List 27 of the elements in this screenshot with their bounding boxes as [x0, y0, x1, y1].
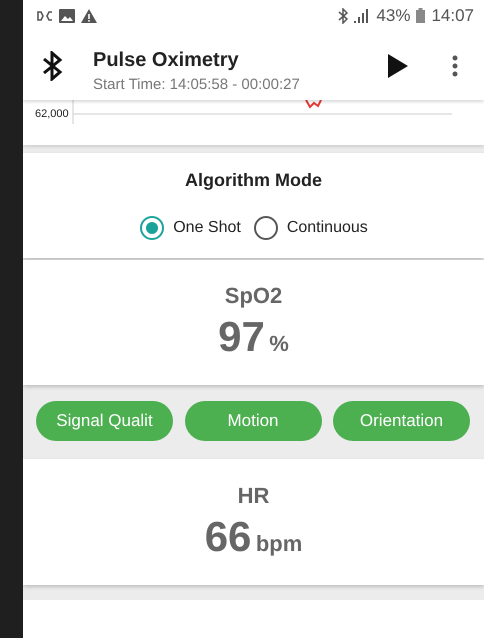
- image-icon: [59, 8, 75, 23]
- app-title: Pulse Oximetry: [93, 48, 240, 72]
- metric-title: SpO2: [224, 283, 282, 310]
- metric-unit: bpm: [256, 531, 302, 556]
- radio-option[interactable]: Continuous: [252, 214, 368, 241]
- radio-option[interactable]: One Shot: [139, 214, 241, 241]
- warning-icon: [81, 8, 97, 23]
- metric-value: 97: [218, 313, 265, 360]
- radio-icon[interactable]: [252, 214, 279, 241]
- start-time: Start Time: 14:05:58 - 00:00:27: [93, 76, 301, 93]
- radio-icon[interactable]: [139, 214, 166, 241]
- play-icon[interactable]: [388, 54, 408, 78]
- pill-button[interactable]: Orientation: [333, 401, 470, 442]
- metric-unit: %: [269, 331, 289, 356]
- battery-percent: 43%: [376, 6, 410, 26]
- bluetooth-icon: [338, 8, 348, 24]
- clock: 14:07: [431, 6, 474, 26]
- metric-value: 66: [204, 513, 252, 560]
- metric-title: HR: [238, 483, 270, 510]
- signal-icon: [354, 8, 370, 23]
- bluetooth-icon[interactable]: [41, 50, 63, 81]
- battery-icon: [416, 8, 426, 24]
- more-icon[interactable]: [452, 54, 458, 77]
- pill-button[interactable]: Signal Qualit: [36, 401, 173, 442]
- section-title: Algorithm Mode: [185, 170, 322, 191]
- pill-button[interactable]: Motion: [184, 401, 322, 442]
- y-axis-label: 62,000: [35, 108, 69, 120]
